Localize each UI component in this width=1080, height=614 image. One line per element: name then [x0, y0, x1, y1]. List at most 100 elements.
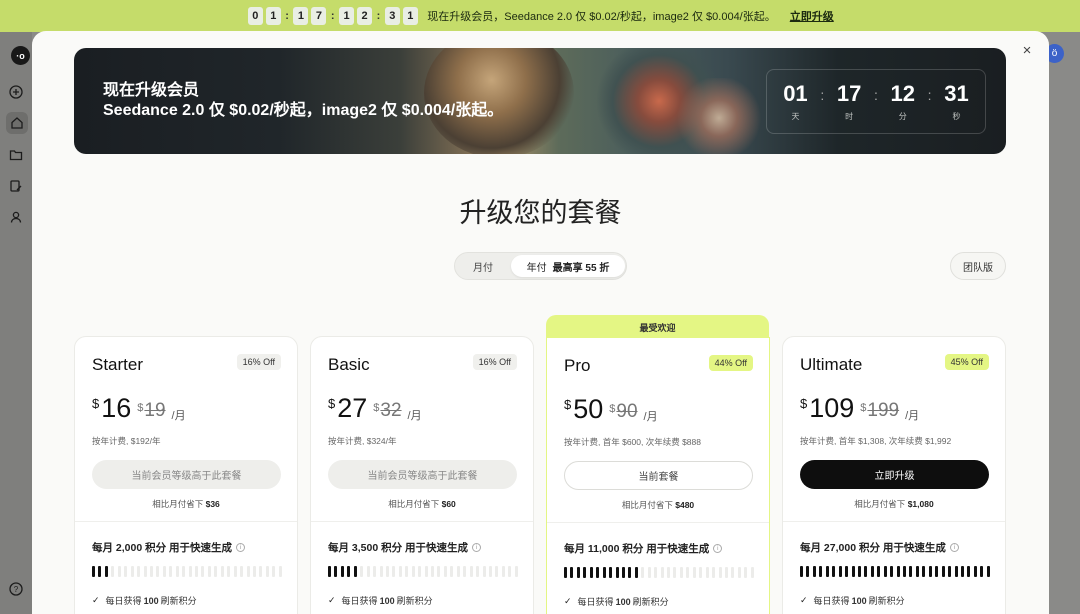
credit-bar-segment: [233, 566, 237, 577]
info-icon[interactable]: i: [236, 543, 246, 552]
savings-amount: $60: [441, 499, 456, 509]
countdown-digit: 0: [247, 7, 263, 25]
credits-label: 每月 27,000 积分 用于快速生成: [800, 542, 946, 554]
close-icon[interactable]: ×: [1019, 43, 1035, 59]
monthly-credits: 每月 3,500 积分 用于快速生成 i: [328, 540, 482, 555]
countdown-value: 17: [836, 81, 862, 106]
countdown-separator: :: [927, 86, 932, 103]
credit-bar-segment: [405, 566, 409, 577]
countdown-value: 01: [783, 81, 808, 106]
credit-bar-segment: [812, 566, 816, 577]
price-period: /月: [643, 411, 658, 423]
credit-bar-segment: [392, 566, 396, 577]
credit-bar-segment: [660, 567, 664, 578]
credit-bar-segment: [864, 566, 868, 577]
credit-bar-segment: [514, 566, 518, 577]
info-icon[interactable]: i: [713, 544, 723, 553]
check-icon: ✓: [800, 595, 808, 605]
credit-bar-segment: [654, 567, 658, 578]
credit-bar-segment: [870, 566, 874, 577]
app-logo[interactable]: ·o: [11, 46, 30, 65]
countdown-days: 01 天: [775, 81, 815, 122]
credit-bar-segment: [857, 566, 861, 577]
old-currency-symbol: $: [373, 402, 380, 414]
countdown-digit: 1: [339, 7, 355, 25]
credit-bar-segment: [832, 566, 836, 577]
credit-bar-segment: [246, 566, 250, 577]
credit-bar-segment: [175, 566, 179, 577]
credit-bar-segment: [143, 566, 147, 577]
countdown-value: 12: [890, 81, 916, 106]
plan-action-button[interactable]: 当前套餐: [564, 461, 753, 490]
countdown-label: 分: [898, 112, 907, 121]
plus-circle-icon[interactable]: [8, 84, 24, 100]
countdown-separator: :: [285, 10, 289, 22]
credit-bar-segment: [954, 566, 958, 577]
team-plan-button[interactable]: 团队版: [950, 252, 1006, 280]
monthly-credits: 每月 27,000 积分 用于快速生成 i: [800, 540, 959, 555]
countdown-seconds: 31 秒: [936, 81, 976, 122]
credit-bar-segment: [385, 566, 389, 577]
info-icon[interactable]: i: [472, 543, 482, 552]
credit-level-bar: [92, 566, 282, 577]
credit-bar-segment: [495, 566, 499, 577]
credit-bar-segment: [137, 566, 141, 577]
credit-bar-segment: [373, 566, 377, 577]
home-icon[interactable]: [6, 112, 28, 134]
plan-action-button[interactable]: 当前会员等级高于此套餐: [92, 460, 281, 489]
monthly-credits: 每月 11,000 积分 用于快速生成 i: [564, 541, 723, 556]
credit-bar-segment: [602, 567, 606, 578]
credit-bar-segment: [909, 566, 913, 577]
original-price: 19: [144, 400, 166, 421]
check-icon: ✓: [564, 596, 572, 606]
countdown-value: 31: [944, 81, 969, 106]
tab-yearly[interactable]: 年付 最高享 55 折: [511, 255, 625, 277]
credit-bar-segment: [825, 566, 829, 577]
credit-bar-segment: [699, 567, 703, 578]
help-icon[interactable]: ?: [8, 581, 24, 597]
credit-bar-segment: [838, 566, 842, 577]
savings-prefix: 相比月付省下: [388, 499, 440, 509]
savings-note: 相比月付省下 $1,080: [783, 498, 1005, 510]
info-icon[interactable]: i: [949, 543, 959, 552]
yearly-discount-label: 最高享 55 折: [552, 262, 610, 274]
user-icon[interactable]: [8, 209, 24, 225]
credit-bar-segment: [450, 566, 454, 577]
folder-icon[interactable]: [8, 147, 24, 163]
monthly-credits: 每月 2,000 积分 用于快速生成 i: [92, 540, 246, 555]
credit-bar-segment: [411, 566, 415, 577]
tab-monthly[interactable]: 月付: [455, 253, 511, 279]
help-glyph: ?: [14, 585, 19, 594]
credit-bar-segment: [737, 567, 741, 578]
discount-badge: 16% Off: [472, 354, 517, 370]
credit-bar-segment: [641, 567, 645, 578]
tab-yearly-label: 年付: [526, 262, 547, 274]
plan-price: 50: [573, 394, 604, 424]
credit-bar-segment: [948, 566, 952, 577]
upgrade-now-link[interactable]: 立即升级: [790, 8, 834, 24]
plan-action-button[interactable]: 当前会员等级高于此套餐: [328, 460, 517, 489]
countdown-label: 秒: [952, 112, 961, 121]
page-title: 升级您的套餐: [459, 198, 622, 229]
credit-bar-segment: [156, 566, 160, 577]
countdown-hours: 17 时: [829, 81, 869, 122]
credit-bar-segment: [456, 566, 460, 577]
credit-bar-segment: [130, 566, 134, 577]
plan-name: Basic: [328, 355, 370, 374]
feature-value: 100: [851, 595, 867, 606]
billing-note: 按年计费, $324/年: [328, 436, 397, 446]
price-row: $109 $199/月: [800, 392, 919, 424]
plan-card-starter: Starter 16% Off $16 $19/月 按年计费, $192/年 当前会员等级…: [74, 336, 298, 614]
plan-name: Ultimate: [800, 355, 863, 374]
credit-bar-segment: [111, 566, 115, 577]
credit-bar-segment: [851, 566, 855, 577]
currency-symbol: $: [328, 396, 336, 411]
plan-action-button[interactable]: 立即升级: [800, 460, 989, 489]
credit-bar-segment: [667, 567, 670, 578]
credits-label: 每月 3,500 积分 用于快速生成: [328, 542, 469, 554]
edit-document-icon[interactable]: [8, 178, 24, 194]
countdown-digit: 2: [357, 7, 373, 25]
credit-bar-segment: [501, 566, 505, 577]
credit-bar-segment: [117, 566, 121, 577]
credit-bar-segment: [340, 566, 344, 577]
